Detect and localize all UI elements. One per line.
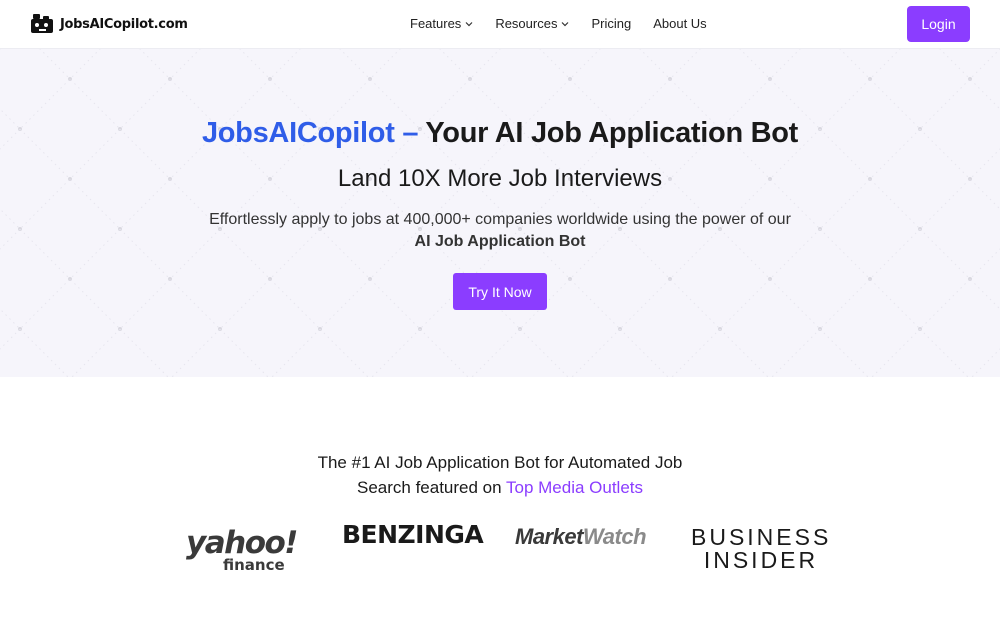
brand-logo[interactable]: JobsAICopilot.com <box>30 12 188 36</box>
menu-item-label: Features <box>410 16 462 31</box>
marketwatch-part-b: Watch <box>582 524 647 549</box>
marketwatch-part-a: Market <box>515 524 583 549</box>
benzinga-logo: BENZINGA <box>342 520 484 549</box>
featured-line1: The #1 AI Job Application Bot for Automa… <box>317 453 683 472</box>
featured-highlight: Top Media Outlets <box>506 478 644 497</box>
business-insider-line2: INSIDER <box>703 547 819 573</box>
hero-description-line1: Effortlessly apply to jobs at 400,000+ c… <box>209 211 791 228</box>
featured-line2-prefix: Search featured on <box>356 478 506 497</box>
hero-subtitle: Land 10X More Job Interviews <box>337 165 663 192</box>
chevron-down-icon <box>562 21 569 26</box>
chevron-down-icon <box>465 21 473 26</box>
main-menu: Features Resources Pricing About Us <box>410 16 707 31</box>
menu-item-label: About Us <box>653 16 707 31</box>
hero-title-accent: JobsAICopilot – <box>201 117 419 149</box>
try-it-now-button[interactable]: Try It Now <box>453 273 547 310</box>
menu-item-features[interactable]: Features <box>410 16 473 31</box>
menu-item-pricing[interactable]: Pricing <box>591 16 631 31</box>
hero-title: JobsAICopilot – Your AI Job Application … <box>0 117 1000 150</box>
business-insider-logo: BUSINESS INSIDER <box>691 526 831 572</box>
hero-section: JobsAICopilot – Your AI Job Application … <box>0 49 1000 377</box>
yahoo-wordmark: yahoo! <box>186 525 298 561</box>
brand-name: JobsAICopilot.com <box>60 16 188 32</box>
hero-description: Effortlessly apply to jobs at 400,000+ c… <box>0 209 1000 253</box>
briefcase-icon <box>31 14 53 33</box>
yahoo-finance-logo: yahoo! finance <box>186 525 298 578</box>
menu-item-label: Pricing <box>591 16 632 31</box>
top-navigation: JobsAICopilot.com Features Resources Pri… <box>0 0 1000 49</box>
login-button[interactable]: Login <box>907 6 970 42</box>
hero-description-line2: AI Job Application Bot <box>414 233 586 250</box>
marketwatch-logo: MarketWatch <box>515 524 647 550</box>
media-logos: yahoo! finance BENZINGA MarketWatch BUSI… <box>0 520 1000 580</box>
menu-item-label: Resources <box>495 16 558 31</box>
business-insider-line1: BUSINESS <box>691 524 832 550</box>
menu-item-resources[interactable]: Resources <box>495 16 569 31</box>
menu-item-about-us[interactable]: About Us <box>653 16 706 31</box>
hero-title-rest: Your AI Job Application Bot <box>418 117 799 149</box>
featured-heading: The #1 AI Job Application Bot for Automa… <box>0 450 1000 500</box>
featured-line2: Search featured on Top Media Outlets <box>0 475 1000 500</box>
